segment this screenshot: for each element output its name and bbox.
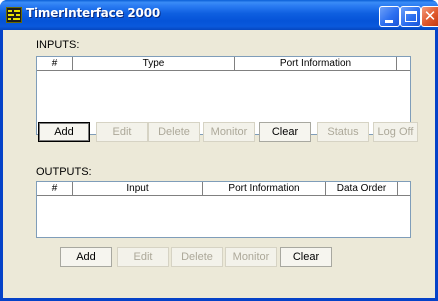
close-icon: ✕ bbox=[423, 7, 437, 25]
maximize-icon bbox=[405, 11, 417, 22]
outputs-monitor-button[interactable]: Monitor bbox=[225, 247, 277, 267]
outputs-col-number[interactable]: # bbox=[37, 182, 73, 195]
app-window: TimerInterface 2000 ✕ INPUTS: # Type Por… bbox=[0, 0, 438, 301]
outputs-list[interactable]: # Input Port Information Data Order bbox=[36, 181, 411, 238]
inputs-col-port-information[interactable]: Port Information bbox=[235, 57, 397, 70]
inputs-clear-button[interactable]: Clear bbox=[259, 122, 311, 142]
outputs-add-button[interactable]: Add bbox=[60, 247, 112, 267]
inputs-status-button[interactable]: Status bbox=[317, 122, 369, 142]
timer-app-icon[interactable] bbox=[6, 7, 22, 23]
outputs-clear-button[interactable]: Clear bbox=[280, 247, 332, 267]
inputs-col-type[interactable]: Type bbox=[73, 57, 235, 70]
inputs-list-header: # Type Port Information bbox=[37, 57, 410, 71]
client-area: INPUTS: # Type Port Information Add Edit… bbox=[3, 30, 435, 298]
inputs-delete-button[interactable]: Delete bbox=[148, 122, 200, 142]
outputs-col-data-order[interactable]: Data Order bbox=[326, 182, 398, 195]
inputs-add-button[interactable]: Add bbox=[38, 122, 90, 142]
close-button[interactable]: ✕ bbox=[421, 6, 438, 27]
minimize-button[interactable] bbox=[379, 6, 400, 27]
maximize-button[interactable] bbox=[400, 6, 421, 27]
outputs-col-extra[interactable] bbox=[398, 182, 410, 195]
outputs-col-input[interactable]: Input bbox=[73, 182, 203, 195]
inputs-log-off-button[interactable]: Log Off bbox=[373, 122, 418, 142]
window-title: TimerInterface 2000 bbox=[26, 6, 161, 20]
outputs-label: OUTPUTS: bbox=[36, 166, 92, 178]
outputs-delete-button[interactable]: Delete bbox=[171, 247, 223, 267]
inputs-label: INPUTS: bbox=[36, 39, 80, 51]
outputs-list-header: # Input Port Information Data Order bbox=[37, 182, 410, 196]
title-bar[interactable]: TimerInterface 2000 ✕ bbox=[0, 0, 438, 30]
inputs-col-number[interactable]: # bbox=[37, 57, 73, 70]
outputs-edit-button[interactable]: Edit bbox=[117, 247, 169, 267]
inputs-monitor-button[interactable]: Monitor bbox=[203, 122, 255, 142]
outputs-col-port-information[interactable]: Port Information bbox=[203, 182, 326, 195]
inputs-col-extra[interactable] bbox=[397, 57, 410, 70]
minimize-icon bbox=[385, 20, 393, 23]
inputs-edit-button[interactable]: Edit bbox=[96, 122, 148, 142]
